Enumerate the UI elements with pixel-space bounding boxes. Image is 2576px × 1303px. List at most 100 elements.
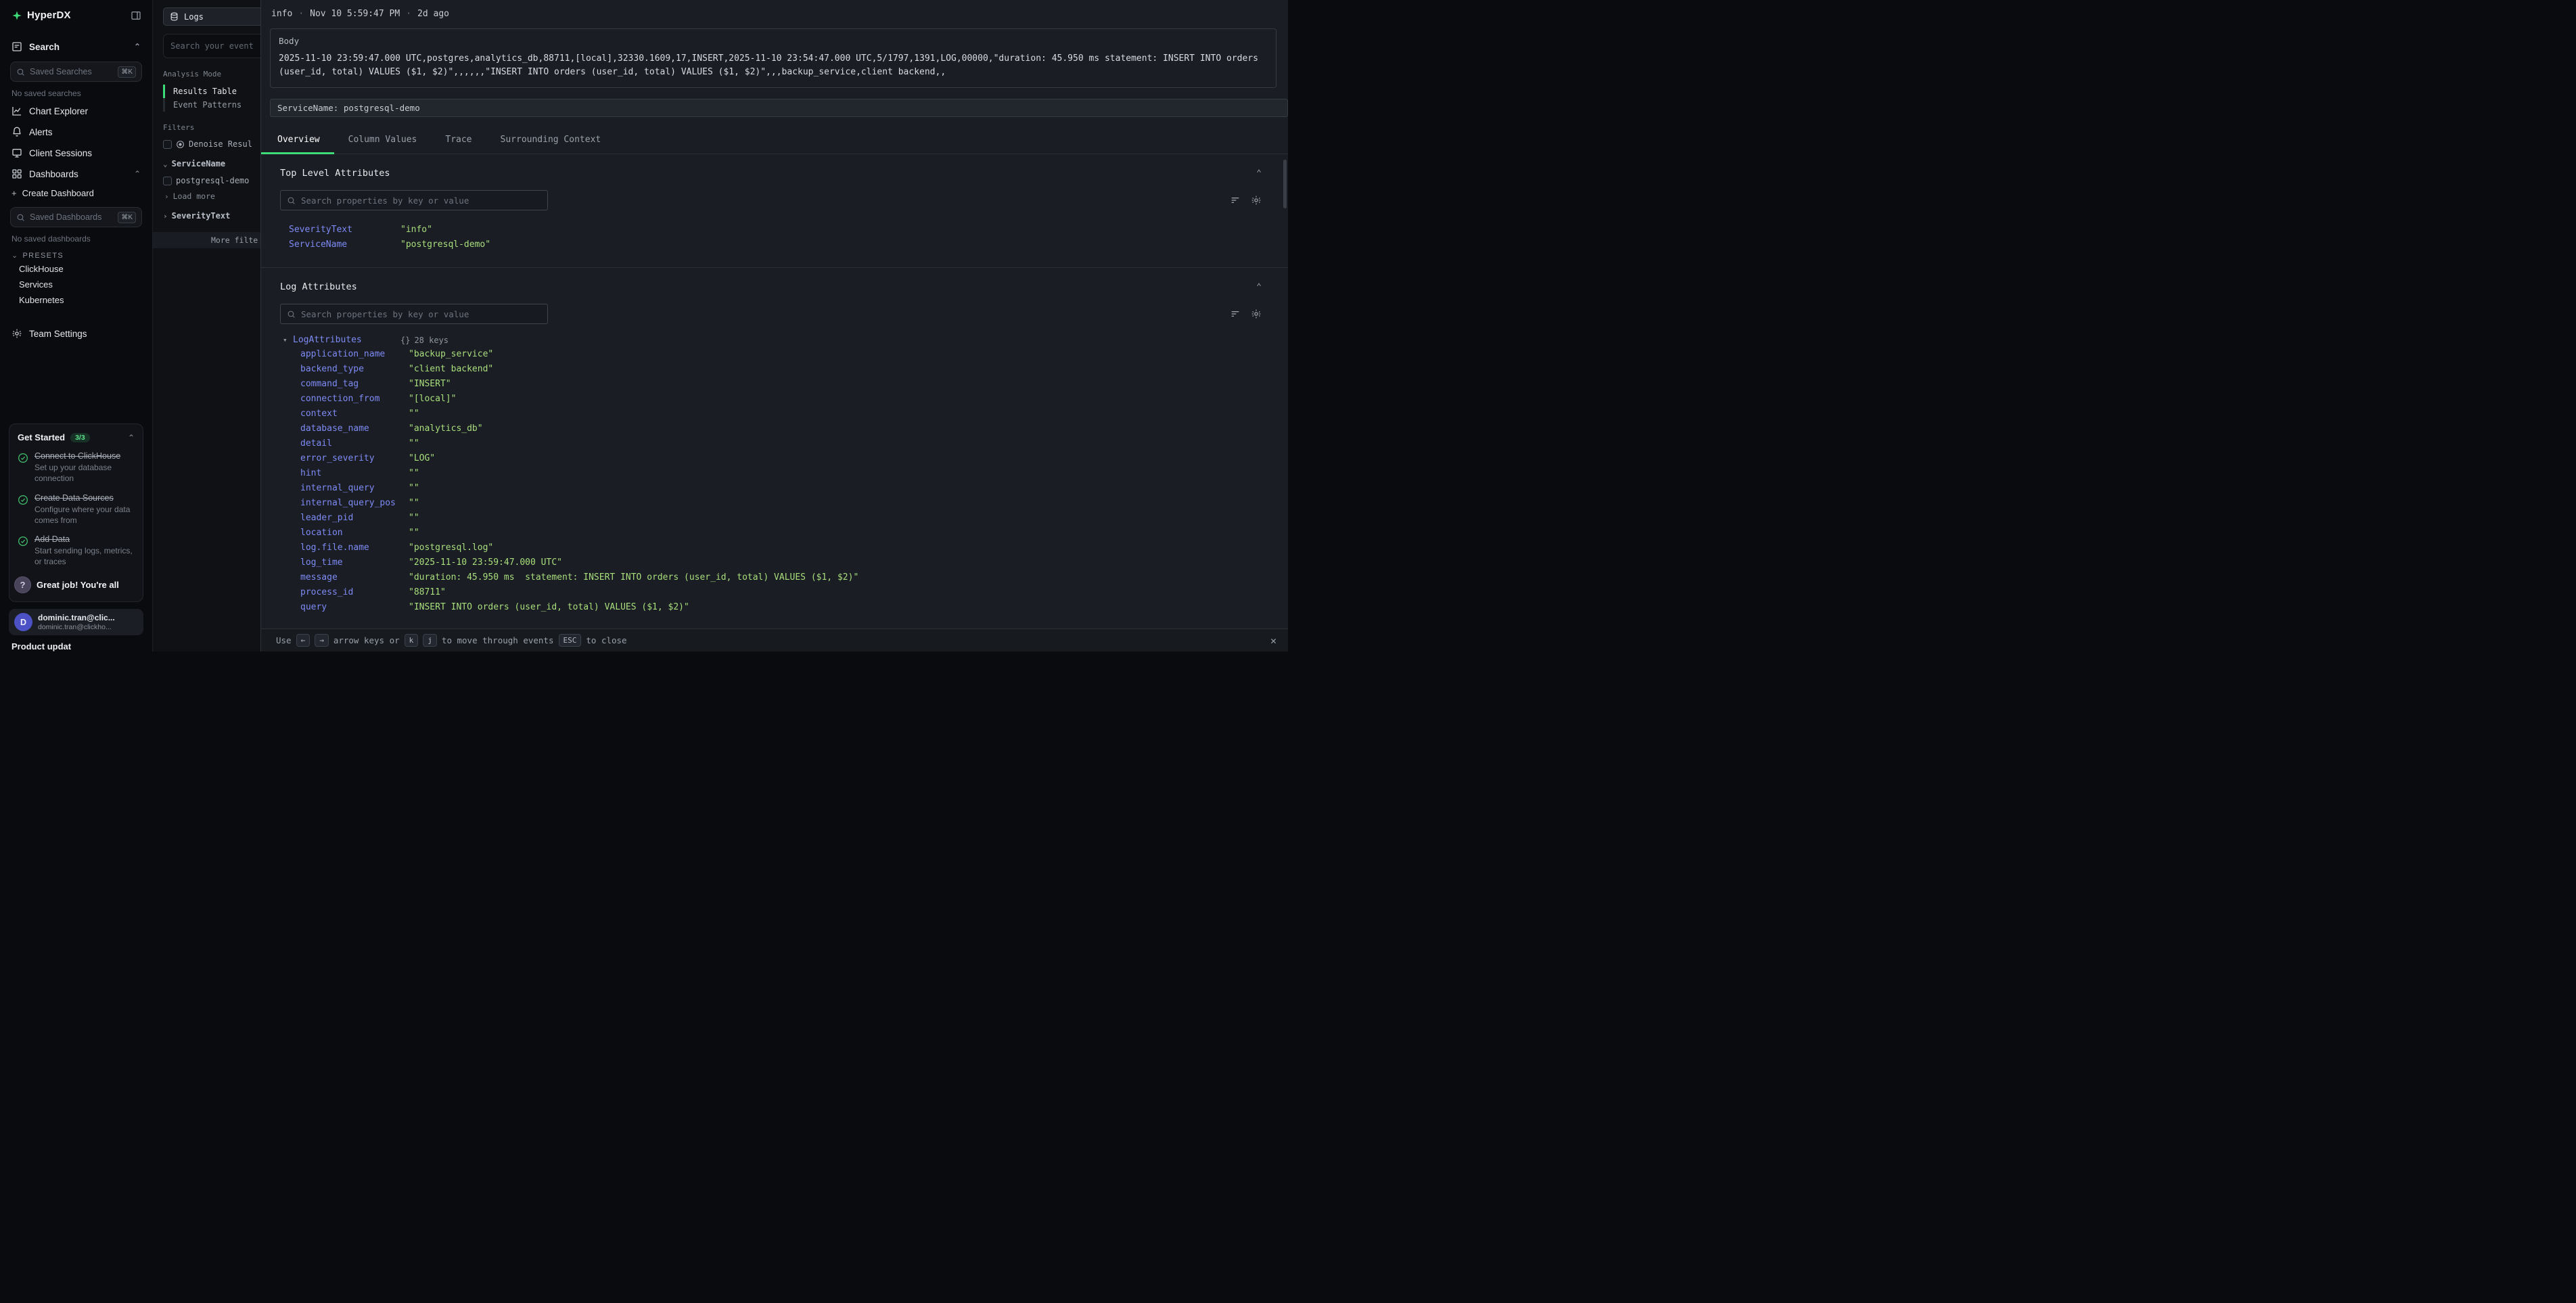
get-started-item[interactable]: Connect to ClickHouse Set up your databa… <box>18 451 135 484</box>
attribute-row[interactable]: backend_type "client backend" <box>261 362 1288 377</box>
product-updates-teaser[interactable]: Product updat <box>9 635 143 652</box>
attribute-value[interactable]: "postgresql.log" <box>409 541 493 555</box>
attribute-row[interactable]: detail "" <box>261 436 1288 451</box>
attribute-key[interactable]: internal_query_pos <box>300 496 409 511</box>
sidebar-item-search[interactable]: Search ⌃ <box>9 37 143 56</box>
attribute-key[interactable]: SeverityText <box>289 223 400 237</box>
attribute-row[interactable]: hint "" <box>261 466 1288 481</box>
preset-item[interactable]: Services <box>9 277 143 292</box>
attribute-key[interactable]: hint <box>300 466 409 481</box>
source-selector-button[interactable]: Logs <box>163 7 260 26</box>
sidebar-item-team-settings[interactable]: Team Settings <box>9 324 143 343</box>
attribute-key[interactable]: internal_query <box>300 481 409 496</box>
attribute-row[interactable]: database_name "analytics_db" <box>261 421 1288 436</box>
detail-scroll-area[interactable]: Top Level Attributes ⌃ SeverityText "inf… <box>261 154 1288 628</box>
attribute-value[interactable]: "" <box>409 407 419 421</box>
attribute-row[interactable]: location "" <box>261 526 1288 541</box>
attribute-key[interactable]: detail <box>300 436 409 451</box>
attribute-key[interactable]: connection_from <box>300 392 409 407</box>
attribute-value[interactable]: "analytics_db" <box>409 421 483 436</box>
settings-gear-icon[interactable] <box>1251 195 1262 206</box>
tab-column-values[interactable]: Column Values <box>334 127 432 154</box>
create-dashboard-button[interactable]: + Create Dashboard <box>9 185 143 202</box>
attribute-value[interactable]: "2025-11-10 23:59:47.000 UTC" <box>409 555 562 570</box>
attribute-value[interactable]: "88711" <box>409 585 446 600</box>
row-options-icon[interactable] <box>1230 195 1241 206</box>
load-more-link[interactable]: › Load more <box>163 191 260 201</box>
attribute-row[interactable]: process_id "88711" <box>261 585 1288 600</box>
attribute-key[interactable]: error_severity <box>300 451 409 466</box>
tab-trace[interactable]: Trace <box>431 127 486 154</box>
hyperdx-home-link[interactable]: HyperDX <box>12 9 71 21</box>
attribute-key[interactable]: log_time <box>300 555 409 570</box>
tab-overview[interactable]: Overview <box>261 127 334 154</box>
attribute-value[interactable]: "INSERT INTO orders (user_id, total) VAL… <box>409 600 689 615</box>
attribute-value[interactable]: "info" <box>400 223 432 237</box>
attribute-value[interactable]: "INSERT" <box>409 377 451 392</box>
preset-item[interactable]: Kubernetes <box>9 292 143 308</box>
chevron-up-icon[interactable]: ⌃ <box>128 433 135 442</box>
attribute-value[interactable]: "postgresql-demo" <box>400 237 490 252</box>
log-attributes-search-input[interactable] <box>301 309 541 319</box>
attribute-row[interactable]: log_time "2025-11-10 23:59:47.000 UTC" <box>261 555 1288 570</box>
mode-results-table[interactable]: Results Table <box>163 85 260 98</box>
sidebar-item-alerts[interactable]: Alerts <box>9 122 143 141</box>
more-filters-button[interactable]: More filte <box>153 232 260 248</box>
help-question-icon[interactable]: ? <box>14 576 31 593</box>
saved-dashboards-button[interactable]: Saved Dashboards ⌘K <box>10 207 142 227</box>
attribute-value[interactable]: "" <box>409 511 419 526</box>
chevron-up-icon[interactable]: ⌃ <box>134 169 141 179</box>
attribute-value[interactable]: "" <box>409 526 419 541</box>
denoise-checkbox[interactable] <box>163 140 172 149</box>
filter-option-postgresql-demo[interactable]: postgresql-demo <box>163 176 260 185</box>
attribute-row[interactable]: log.file.name "postgresql.log" <box>261 541 1288 555</box>
top-level-search-input[interactable] <box>301 196 541 206</box>
settings-gear-icon[interactable] <box>1251 308 1262 319</box>
attribute-value[interactable]: "LOG" <box>409 451 435 466</box>
denoise-toggle[interactable]: Denoise Resul <box>163 139 260 149</box>
attribute-row[interactable]: internal_query_pos "" <box>261 496 1288 511</box>
filter-group-severitytext[interactable]: › SeverityText <box>163 211 260 221</box>
attribute-key[interactable]: log.file.name <box>300 541 409 555</box>
attribute-key[interactable]: application_name <box>300 347 409 362</box>
attribute-row[interactable]: message "duration: 45.950 ms statement: … <box>261 570 1288 585</box>
event-search-input[interactable]: Search your event <box>163 34 260 58</box>
attribute-value[interactable]: "duration: 45.950 ms statement: INSERT I… <box>409 570 858 585</box>
attribute-row[interactable]: query "INSERT INTO orders (user_id, tota… <box>261 600 1288 615</box>
filter-group-servicename[interactable]: ⌄ ServiceName <box>163 159 260 168</box>
attribute-row[interactable]: SeverityText "info" <box>261 223 1288 237</box>
service-name-tag[interactable]: ServiceName: postgresql-demo <box>270 99 1288 117</box>
attribute-key[interactable]: ServiceName <box>289 237 400 252</box>
attribute-key[interactable]: context <box>300 407 409 421</box>
sidebar-toggle-icon[interactable] <box>131 10 141 21</box>
attribute-row[interactable]: context "" <box>261 407 1288 421</box>
get-started-item[interactable]: Add Data Start sending logs, metrics, or… <box>18 534 135 568</box>
attribute-row[interactable]: leader_pid "" <box>261 511 1288 526</box>
tab-surrounding-context[interactable]: Surrounding Context <box>486 127 616 154</box>
top-level-search[interactable] <box>280 190 548 210</box>
attribute-row[interactable]: application_name "backup_service" <box>261 347 1288 362</box>
sidebar-item-chart-explorer[interactable]: Chart Explorer <box>9 101 143 120</box>
attribute-row[interactable]: error_severity "LOG" <box>261 451 1288 466</box>
attribute-key[interactable]: message <box>300 570 409 585</box>
chevron-up-icon[interactable]: ⌃ <box>1256 282 1262 292</box>
log-attributes-search[interactable] <box>280 304 548 324</box>
get-started-item[interactable]: Create Data Sources Configure where your… <box>18 493 135 526</box>
chevron-up-icon[interactable]: ⌃ <box>1256 168 1262 179</box>
log-attributes-root-key[interactable]: LogAttributes <box>293 335 400 345</box>
sidebar-item-dashboards[interactable]: Dashboards ⌃ <box>9 164 143 183</box>
mode-event-patterns[interactable]: Event Patterns <box>163 98 260 112</box>
log-attributes-root[interactable]: ▾ LogAttributes {} 28 keys <box>261 324 1288 345</box>
caret-down-icon[interactable]: ▾ <box>283 336 293 344</box>
attribute-row[interactable]: internal_query "" <box>261 481 1288 496</box>
attribute-key[interactable]: query <box>300 600 409 615</box>
attribute-key[interactable]: backend_type <box>300 362 409 377</box>
attribute-row[interactable]: ServiceName "postgresql-demo" <box>261 237 1288 252</box>
attribute-value[interactable]: "" <box>409 481 419 496</box>
attribute-key[interactable]: database_name <box>300 421 409 436</box>
attribute-key[interactable]: location <box>300 526 409 541</box>
attribute-value[interactable]: "" <box>409 496 419 511</box>
close-icon[interactable]: ✕ <box>1270 635 1276 647</box>
attribute-value[interactable]: "[local]" <box>409 392 456 407</box>
service-checkbox[interactable] <box>163 177 172 185</box>
